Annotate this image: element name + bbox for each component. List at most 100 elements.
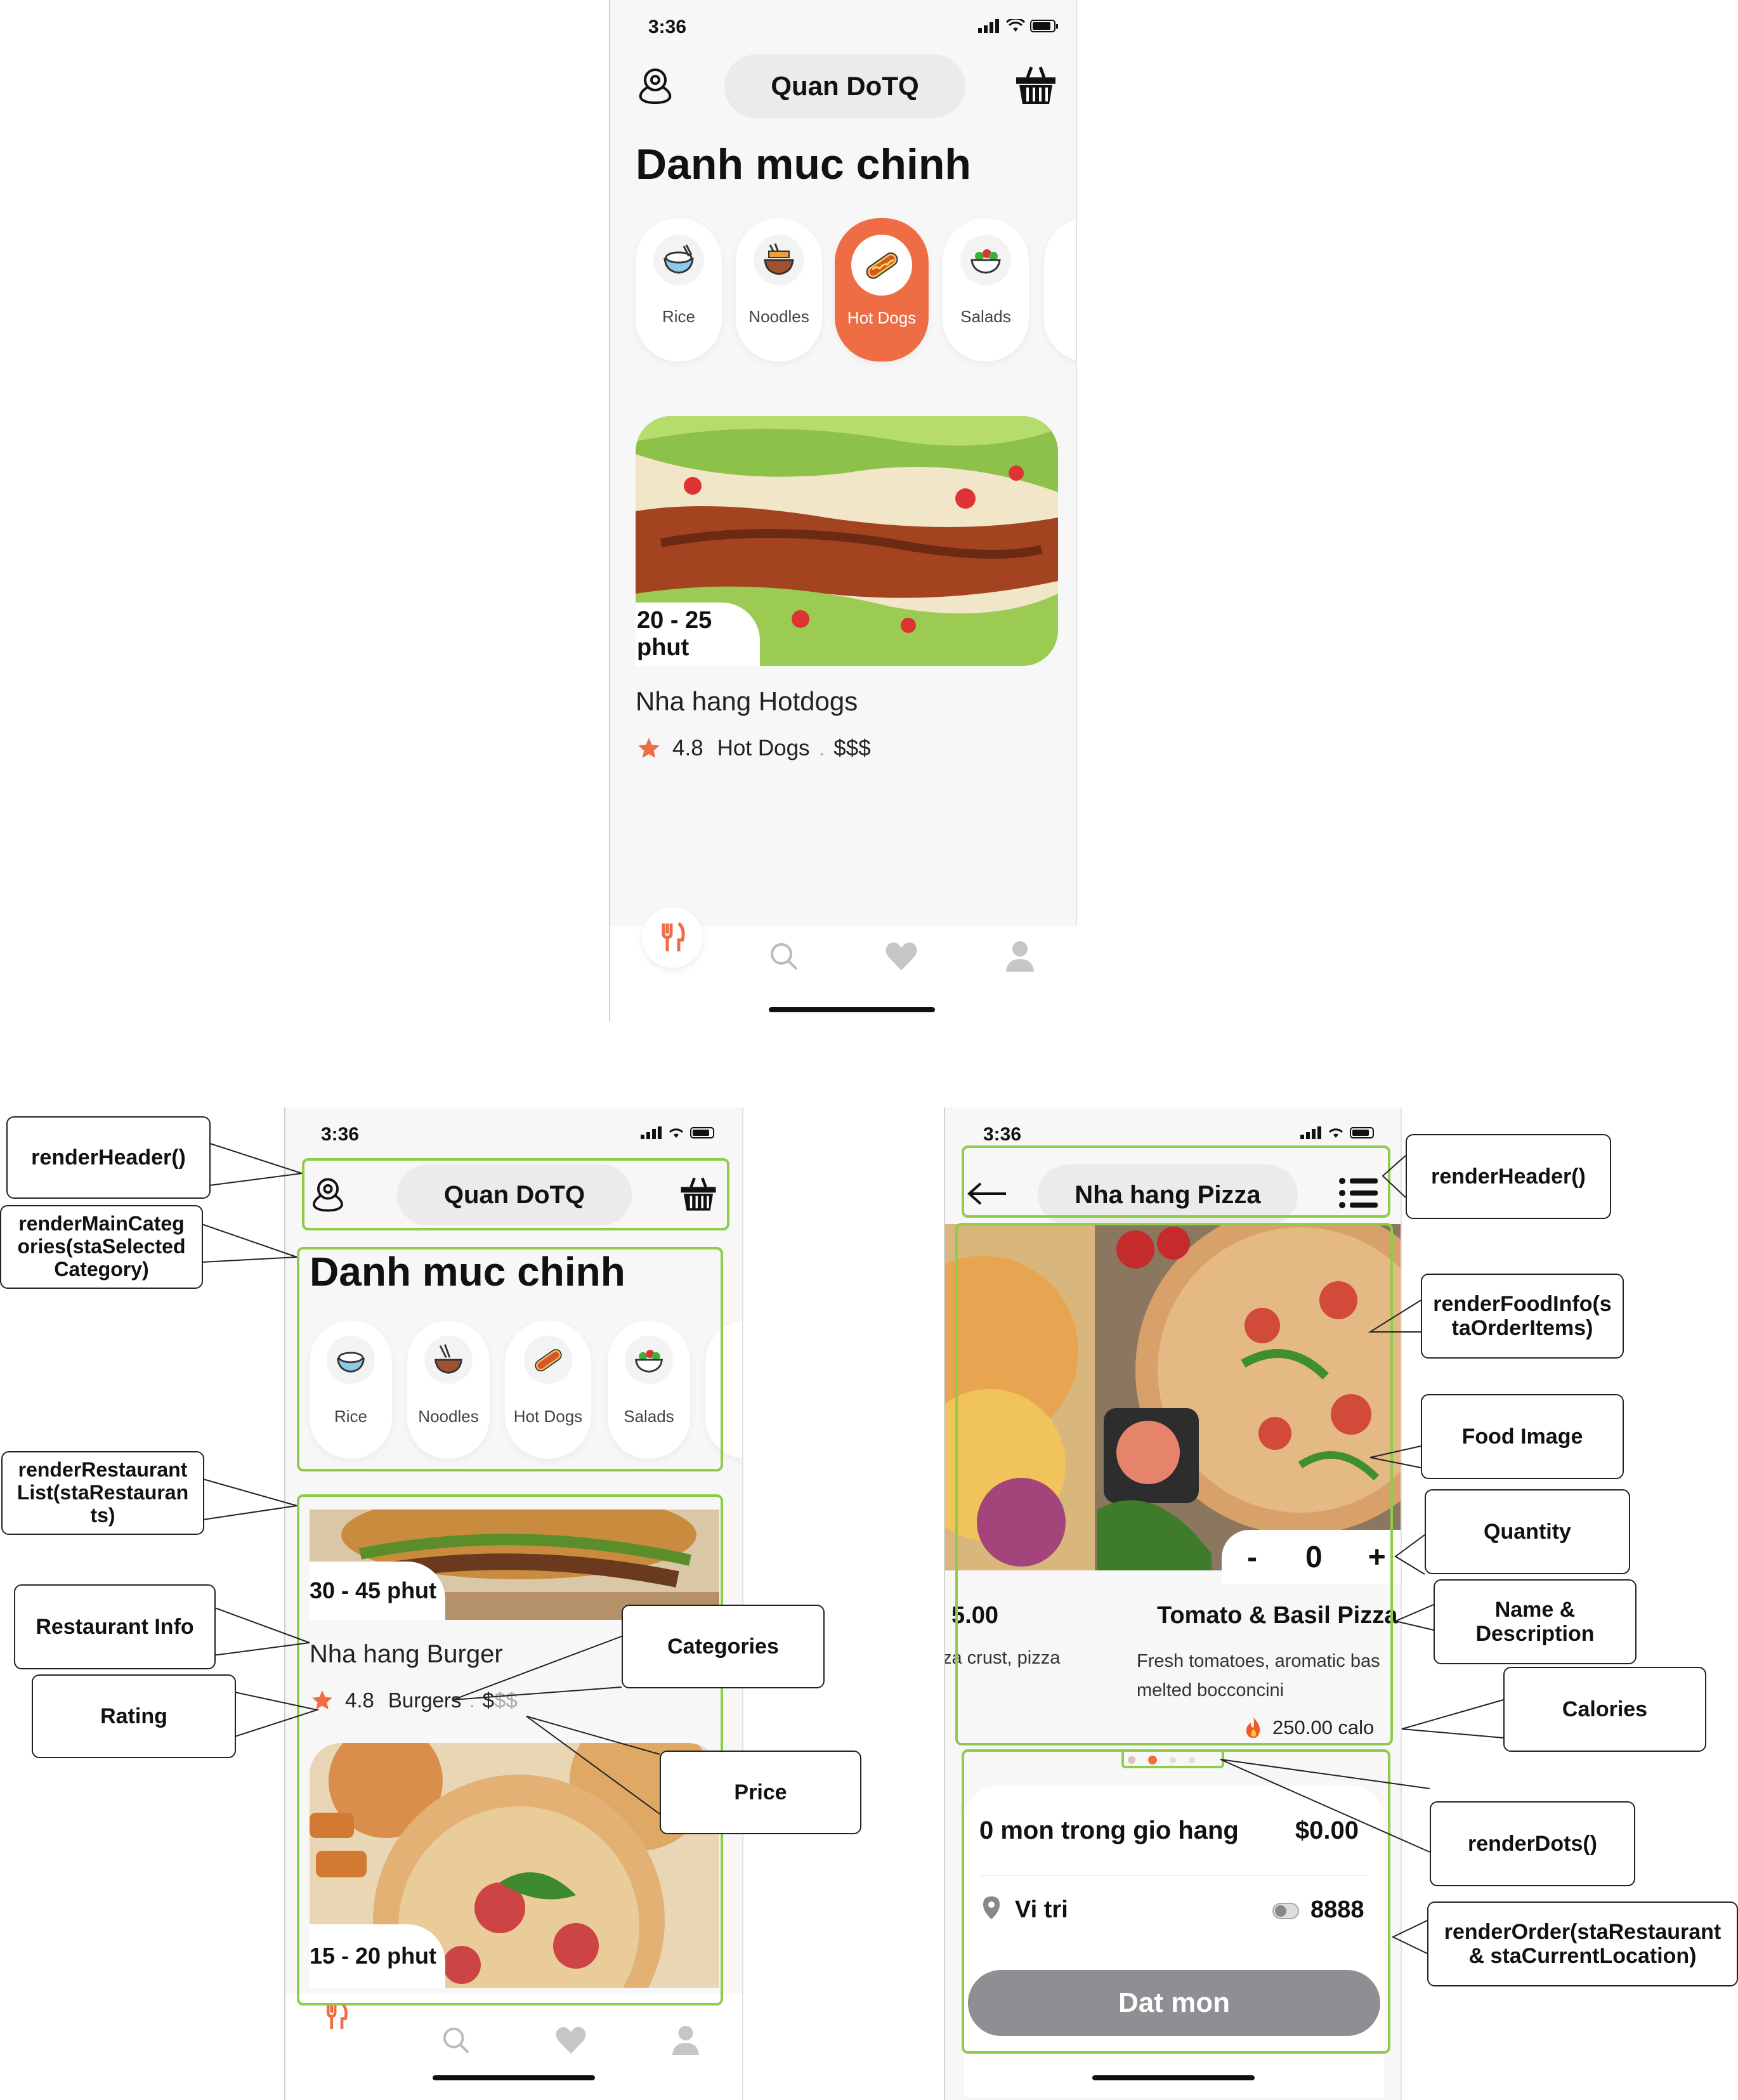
home-indicator [1092, 2075, 1255, 2080]
heart-icon[interactable] [884, 941, 918, 972]
note-line: ts) [90, 1503, 115, 1527]
delivery-time-badge: 20 - 25 phut [636, 603, 760, 666]
search-icon[interactable] [441, 2026, 471, 2055]
note-categories: Categories [622, 1605, 825, 1688]
category-partial[interactable] [1044, 218, 1076, 362]
note-quantity: Quantity [1425, 1489, 1630, 1574]
status-time: 3:36 [983, 1124, 1022, 1145]
note-text: Rating [100, 1704, 167, 1728]
category-noodles[interactable]: Noodles [736, 218, 822, 362]
category-hotdogs[interactable]: Hot Dogs [835, 218, 929, 362]
home-indicator [433, 2075, 595, 2080]
note-line: taOrderItems) [1451, 1316, 1593, 1340]
note-text: renderDots() [1467, 1831, 1598, 1856]
fork-knife-icon [327, 2002, 348, 2029]
status-icons [978, 19, 1059, 33]
header-title-pill[interactable]: Quan DoTQ [724, 55, 965, 118]
fork-knife-icon [662, 922, 685, 951]
highlight-order [962, 1749, 1390, 2054]
highlight-header [302, 1158, 729, 1230]
highlight-food-info [955, 1223, 1393, 1745]
highlight-categories [297, 1247, 723, 1471]
note-line: Category) [54, 1257, 149, 1281]
note-render-order: renderOrder(staRestaurant & staCurrentLo… [1427, 1901, 1738, 1986]
home-tabbar [609, 907, 1077, 1021]
location-icon[interactable] [633, 63, 677, 108]
wifi-icon [1328, 1128, 1343, 1138]
category-label: Salads [960, 307, 1011, 326]
note-render-restaurant-list: renderRestaurant List(staRestauran ts) [1, 1451, 204, 1535]
note-text: Categories [667, 1634, 779, 1659]
note-rating: Rating [32, 1674, 236, 1758]
status-icons [1300, 1126, 1378, 1139]
status-icons [641, 1126, 718, 1139]
note-line: & staCurrentLocation) [1468, 1944, 1697, 1968]
note-calories: Calories [1503, 1667, 1706, 1752]
note-name-description: Name & Description [1434, 1579, 1637, 1664]
profile-icon[interactable] [671, 2025, 700, 2056]
note-line: renderOrder(staRestaurant [1444, 1919, 1722, 1944]
salad-icon [970, 249, 1001, 274]
price-rest: $$ [846, 736, 871, 760]
note-text: renderHeader() [1431, 1164, 1586, 1189]
profile-icon[interactable] [1005, 940, 1035, 973]
note-price: Price [660, 1751, 861, 1834]
category-label: Noodles [748, 307, 809, 326]
restaurant-rating: 4.8 [672, 736, 703, 760]
signal-icon [1300, 1126, 1321, 1139]
heart-icon[interactable] [554, 2026, 587, 2055]
note-render-food-info: renderFoodInfo(s taOrderItems) [1421, 1274, 1624, 1359]
category-label: Rice [662, 307, 695, 326]
note-restaurant-info: Restaurant Info [14, 1584, 216, 1669]
meta-separator: . [818, 736, 825, 760]
note-line: renderFoodInfo(s [1433, 1291, 1612, 1316]
note-line: ories(staSelected [17, 1235, 186, 1258]
note-line: Name & [1494, 1597, 1576, 1622]
note-text: Restaurant Info [36, 1614, 194, 1639]
note-text: Calories [1562, 1697, 1648, 1721]
battery-icon [690, 1127, 714, 1138]
search-icon[interactable] [769, 941, 799, 972]
delivery-time: 20 - 25 phut [637, 607, 712, 661]
basket-icon[interactable] [1014, 63, 1058, 108]
status-time: 3:36 [648, 16, 687, 37]
note-render-main-categories: renderMainCateg ories(staSelected Catego… [0, 1205, 203, 1289]
noodles-icon [764, 243, 794, 275]
note-render-header-right: renderHeader() [1406, 1134, 1611, 1219]
signal-icon [641, 1126, 662, 1139]
restaurant-meta: 4.8 Hot Dogs . $ $$ [636, 736, 871, 761]
restaurant-name[interactable]: Nha hang Hotdogs [636, 686, 858, 717]
home-indicator [769, 1007, 935, 1012]
note-text: Quantity [1484, 1519, 1571, 1544]
battery-icon [1350, 1127, 1374, 1138]
note-render-dots: renderDots() [1430, 1801, 1635, 1886]
category-salads[interactable]: Salads [943, 218, 1029, 362]
wifi-icon [1006, 19, 1025, 32]
highlight-restaurant-list [297, 1494, 723, 2005]
note-text: renderHeader() [31, 1145, 186, 1170]
note-line: List(staRestauran [16, 1481, 189, 1504]
highlight-header [962, 1145, 1390, 1218]
home-screen: 3:36 Quan DoTQ Danh muc chinh Rice Noodl… [609, 0, 1077, 1012]
tabbar [285, 1994, 742, 2100]
hotdog-icon [866, 252, 898, 279]
header-title: Quan DoTQ [771, 71, 919, 101]
note-line: renderMainCateg [18, 1212, 185, 1236]
note-render-header: renderHeader() [6, 1116, 211, 1199]
section-title: Danh muc chinh [636, 140, 971, 188]
restaurant-category: Hot Dogs [717, 736, 810, 760]
battery-icon [1030, 20, 1058, 32]
rice-bowl-icon [663, 244, 694, 274]
category-label: Hot Dogs [847, 308, 917, 327]
note-line: renderRestaurant [18, 1458, 188, 1482]
star-icon [638, 738, 660, 758]
status-time: 3:36 [321, 1124, 360, 1145]
price-active: $ [833, 736, 846, 760]
note-food-image: Food Image [1421, 1394, 1624, 1479]
note-line: Description [1475, 1622, 1595, 1646]
signal-icon [978, 19, 999, 33]
note-text: Price [734, 1780, 787, 1804]
note-text: Food Image [1461, 1424, 1583, 1449]
category-rice[interactable]: Rice [636, 218, 722, 362]
tab-restaurants[interactable] [642, 907, 703, 968]
